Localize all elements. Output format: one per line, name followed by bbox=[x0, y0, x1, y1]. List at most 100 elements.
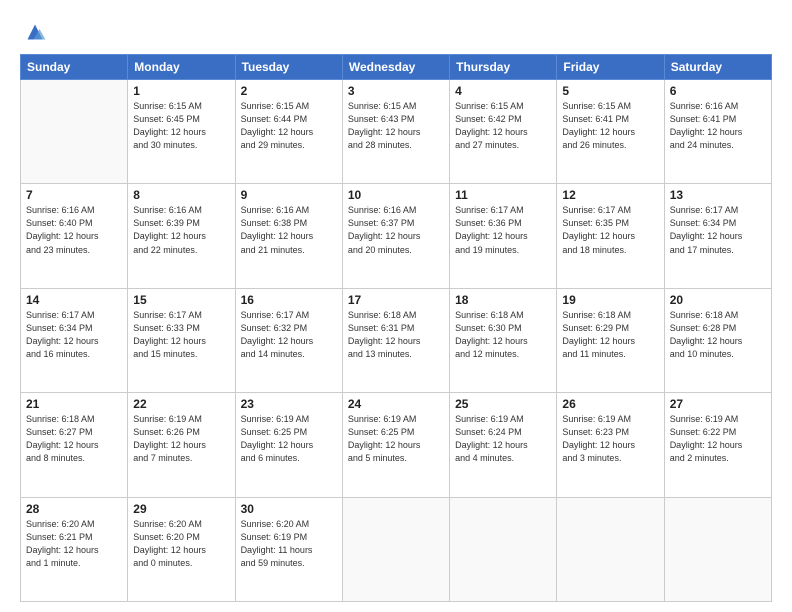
calendar-cell: 1Sunrise: 6:15 AM Sunset: 6:45 PM Daylig… bbox=[128, 80, 235, 184]
day-header-tuesday: Tuesday bbox=[235, 55, 342, 80]
day-number: 15 bbox=[133, 293, 229, 307]
day-info: Sunrise: 6:18 AM Sunset: 6:27 PM Dayligh… bbox=[26, 413, 122, 465]
day-info: Sunrise: 6:18 AM Sunset: 6:31 PM Dayligh… bbox=[348, 309, 444, 361]
day-number: 9 bbox=[241, 188, 337, 202]
day-number: 13 bbox=[670, 188, 766, 202]
calendar-cell: 29 Sunrise: 6:20 AM Sunset: 6:20 PM Dayli… bbox=[128, 497, 235, 601]
calendar-cell: 19 Sunrise: 6:18 AM Sunset: 6:29 PM Dayli… bbox=[557, 288, 664, 392]
calendar-week-2: 7 Sunrise: 6:16 AM Sunset: 6:40 PM Daylig… bbox=[21, 184, 772, 288]
day-number: 5 bbox=[562, 84, 658, 98]
day-info: Sunrise: 6:17 AM Sunset: 6:32 PM Dayligh… bbox=[241, 309, 337, 361]
calendar-table: SundayMondayTuesdayWednesdayThursdayFrid… bbox=[20, 54, 772, 602]
day-info: Sunrise: 6:15 AM Sunset: 6:44 PM Dayligh… bbox=[241, 100, 337, 152]
calendar-cell: 23 Sunrise: 6:19 AM Sunset: 6:25 PM Dayli… bbox=[235, 393, 342, 497]
day-info: Sunrise: 6:16 AM Sunset: 6:40 PM Dayligh… bbox=[26, 204, 122, 256]
day-number: 3 bbox=[348, 84, 444, 98]
day-number: 1 bbox=[133, 84, 229, 98]
day-info: Sunrise: 6:19 AM Sunset: 6:25 PM Dayligh… bbox=[241, 413, 337, 465]
calendar-cell: 10 Sunrise: 6:16 AM Sunset: 6:37 PM Dayli… bbox=[342, 184, 449, 288]
day-number: 12 bbox=[562, 188, 658, 202]
day-number: 14 bbox=[26, 293, 122, 307]
calendar-cell: 25Sunrise: 6:19 AM Sunset: 6:24 PM Dayli… bbox=[450, 393, 557, 497]
calendar-cell: 27 Sunrise: 6:19 AM Sunset: 6:22 PM Dayli… bbox=[664, 393, 771, 497]
calendar-cell: 11 Sunrise: 6:17 AM Sunset: 6:36 PM Dayli… bbox=[450, 184, 557, 288]
day-number: 30 bbox=[241, 502, 337, 516]
calendar-cell: 14Sunrise: 6:17 AM Sunset: 6:34 PM Dayli… bbox=[21, 288, 128, 392]
calendar-week-4: 21 Sunrise: 6:18 AM Sunset: 6:27 PM Dayli… bbox=[21, 393, 772, 497]
calendar-cell: 9 Sunrise: 6:16 AM Sunset: 6:38 PM Daylig… bbox=[235, 184, 342, 288]
day-number: 26 bbox=[562, 397, 658, 411]
day-number: 17 bbox=[348, 293, 444, 307]
day-info: Sunrise: 6:15 AM Sunset: 6:41 PM Dayligh… bbox=[562, 100, 658, 152]
calendar-header-row: SundayMondayTuesdayWednesdayThursdayFrid… bbox=[21, 55, 772, 80]
day-info: Sunrise: 6:20 AM Sunset: 6:20 PM Dayligh… bbox=[133, 518, 229, 570]
day-info: Sunrise: 6:15 AM Sunset: 6:42 PM Dayligh… bbox=[455, 100, 551, 152]
header bbox=[20, 18, 772, 46]
day-header-friday: Friday bbox=[557, 55, 664, 80]
day-info: Sunrise: 6:19 AM Sunset: 6:25 PM Dayligh… bbox=[348, 413, 444, 465]
day-info: Sunrise: 6:16 AM Sunset: 6:37 PM Dayligh… bbox=[348, 204, 444, 256]
page: SundayMondayTuesdayWednesdayThursdayFrid… bbox=[0, 0, 792, 612]
day-number: 11 bbox=[455, 188, 551, 202]
calendar-cell: 6Sunrise: 6:16 AM Sunset: 6:41 PM Daylig… bbox=[664, 80, 771, 184]
day-number: 16 bbox=[241, 293, 337, 307]
logo bbox=[20, 18, 54, 46]
calendar-cell: 4 Sunrise: 6:15 AM Sunset: 6:42 PM Daylig… bbox=[450, 80, 557, 184]
day-number: 28 bbox=[26, 502, 122, 516]
calendar-cell: 7 Sunrise: 6:16 AM Sunset: 6:40 PM Daylig… bbox=[21, 184, 128, 288]
day-info: Sunrise: 6:16 AM Sunset: 6:38 PM Dayligh… bbox=[241, 204, 337, 256]
day-info: Sunrise: 6:17 AM Sunset: 6:35 PM Dayligh… bbox=[562, 204, 658, 256]
day-info: Sunrise: 6:17 AM Sunset: 6:34 PM Dayligh… bbox=[670, 204, 766, 256]
day-number: 7 bbox=[26, 188, 122, 202]
calendar-cell: 22 Sunrise: 6:19 AM Sunset: 6:26 PM Dayli… bbox=[128, 393, 235, 497]
logo-icon bbox=[20, 18, 50, 46]
day-header-saturday: Saturday bbox=[664, 55, 771, 80]
day-number: 20 bbox=[670, 293, 766, 307]
calendar-cell: 13 Sunrise: 6:17 AM Sunset: 6:34 PM Dayli… bbox=[664, 184, 771, 288]
day-info: Sunrise: 6:19 AM Sunset: 6:26 PM Dayligh… bbox=[133, 413, 229, 465]
day-number: 8 bbox=[133, 188, 229, 202]
day-number: 2 bbox=[241, 84, 337, 98]
day-number: 29 bbox=[133, 502, 229, 516]
day-info: Sunrise: 6:18 AM Sunset: 6:28 PM Dayligh… bbox=[670, 309, 766, 361]
day-number: 24 bbox=[348, 397, 444, 411]
calendar-cell: 26 Sunrise: 6:19 AM Sunset: 6:23 PM Dayli… bbox=[557, 393, 664, 497]
day-number: 10 bbox=[348, 188, 444, 202]
day-info: Sunrise: 6:15 AM Sunset: 6:43 PM Dayligh… bbox=[348, 100, 444, 152]
calendar-cell bbox=[450, 497, 557, 601]
day-info: Sunrise: 6:19 AM Sunset: 6:23 PM Dayligh… bbox=[562, 413, 658, 465]
calendar-week-1: 1Sunrise: 6:15 AM Sunset: 6:45 PM Daylig… bbox=[21, 80, 772, 184]
calendar-cell: 30 Sunrise: 6:20 AM Sunset: 6:19 PM Dayli… bbox=[235, 497, 342, 601]
calendar-cell bbox=[21, 80, 128, 184]
calendar-week-5: 28 Sunrise: 6:20 AM Sunset: 6:21 PM Dayli… bbox=[21, 497, 772, 601]
calendar-cell bbox=[664, 497, 771, 601]
calendar-cell: 18 Sunrise: 6:18 AM Sunset: 6:30 PM Dayli… bbox=[450, 288, 557, 392]
day-info: Sunrise: 6:19 AM Sunset: 6:22 PM Dayligh… bbox=[670, 413, 766, 465]
day-number: 6 bbox=[670, 84, 766, 98]
day-number: 4 bbox=[455, 84, 551, 98]
day-number: 21 bbox=[26, 397, 122, 411]
day-info: Sunrise: 6:18 AM Sunset: 6:30 PM Dayligh… bbox=[455, 309, 551, 361]
calendar-cell: 3 Sunrise: 6:15 AM Sunset: 6:43 PM Daylig… bbox=[342, 80, 449, 184]
calendar-cell: 20 Sunrise: 6:18 AM Sunset: 6:28 PM Dayli… bbox=[664, 288, 771, 392]
day-number: 18 bbox=[455, 293, 551, 307]
day-info: Sunrise: 6:20 AM Sunset: 6:19 PM Dayligh… bbox=[241, 518, 337, 570]
day-number: 27 bbox=[670, 397, 766, 411]
calendar-cell: 2 Sunrise: 6:15 AM Sunset: 6:44 PM Daylig… bbox=[235, 80, 342, 184]
calendar-cell: 28 Sunrise: 6:20 AM Sunset: 6:21 PM Dayli… bbox=[21, 497, 128, 601]
day-header-wednesday: Wednesday bbox=[342, 55, 449, 80]
calendar-cell: 8 Sunrise: 6:16 AM Sunset: 6:39 PM Daylig… bbox=[128, 184, 235, 288]
day-number: 19 bbox=[562, 293, 658, 307]
day-info: Sunrise: 6:20 AM Sunset: 6:21 PM Dayligh… bbox=[26, 518, 122, 570]
calendar-cell bbox=[342, 497, 449, 601]
calendar-cell: 21 Sunrise: 6:18 AM Sunset: 6:27 PM Dayli… bbox=[21, 393, 128, 497]
day-info: Sunrise: 6:18 AM Sunset: 6:29 PM Dayligh… bbox=[562, 309, 658, 361]
calendar-cell: 15Sunrise: 6:17 AM Sunset: 6:33 PM Dayli… bbox=[128, 288, 235, 392]
day-header-monday: Monday bbox=[128, 55, 235, 80]
day-number: 22 bbox=[133, 397, 229, 411]
day-number: 25 bbox=[455, 397, 551, 411]
day-number: 23 bbox=[241, 397, 337, 411]
day-info: Sunrise: 6:16 AM Sunset: 6:39 PM Dayligh… bbox=[133, 204, 229, 256]
calendar-cell: 16 Sunrise: 6:17 AM Sunset: 6:32 PM Dayli… bbox=[235, 288, 342, 392]
day-info: Sunrise: 6:17 AM Sunset: 6:36 PM Dayligh… bbox=[455, 204, 551, 256]
